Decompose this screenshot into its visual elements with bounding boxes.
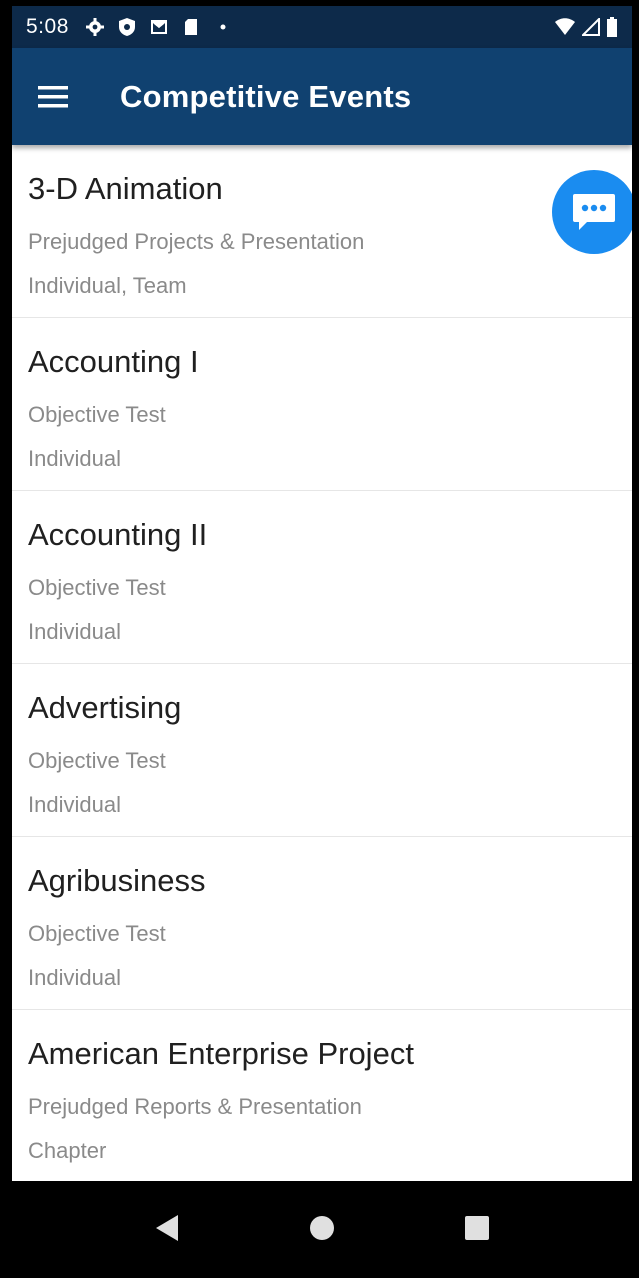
- event-title: Agribusiness: [28, 863, 206, 898]
- event-list[interactable]: 3-D Animation Prejudged Projects & Prese…: [12, 145, 632, 1181]
- event-type: Objective Test: [28, 748, 166, 773]
- home-button[interactable]: [292, 1198, 352, 1258]
- app-bar: Competitive Events: [12, 48, 632, 145]
- signal-icon: [582, 18, 600, 36]
- event-item-3d-animation[interactable]: 3-D Animation Prejudged Projects & Prese…: [12, 145, 632, 318]
- shield-icon: [118, 18, 135, 36]
- event-participants: Individual: [28, 965, 121, 990]
- event-title: 3-D Animation: [28, 171, 223, 206]
- status-bar: 5:08: [12, 6, 632, 48]
- sd-card-icon: [184, 19, 197, 35]
- recents-button[interactable]: [447, 1198, 507, 1258]
- recents-icon: [464, 1215, 489, 1240]
- wifi-icon: [555, 18, 575, 35]
- event-type: Objective Test: [28, 921, 166, 946]
- event-participants: Chapter: [28, 1138, 107, 1163]
- mail-icon: [150, 20, 167, 34]
- gear-icon: [85, 18, 104, 36]
- event-participants: Individual: [28, 446, 121, 471]
- event-type: Prejudged Projects & Presentation: [28, 229, 365, 254]
- event-type: Prejudged Reports & Presentation: [28, 1094, 362, 1119]
- page-title: Competitive Events: [120, 78, 412, 114]
- battery-icon: [607, 17, 617, 37]
- back-button[interactable]: [137, 1198, 197, 1258]
- home-icon: [309, 1215, 334, 1240]
- menu-button[interactable]: [12, 48, 120, 145]
- event-title: Accounting I: [28, 344, 199, 379]
- status-time: 5:08: [26, 15, 69, 38]
- event-participants: Individual: [28, 619, 121, 644]
- event-title: Accounting II: [28, 517, 208, 552]
- hamburger-menu-icon: [38, 85, 68, 107]
- event-item-accounting-ii[interactable]: Accounting II Objective Test Individual: [12, 491, 632, 664]
- event-participants: Individual: [28, 792, 121, 817]
- status-left: 5:08: [26, 15, 233, 39]
- screen: 5:08 Competitive Events 3-D Animation Pr…: [0, 0, 639, 1278]
- chat-button[interactable]: [552, 170, 632, 254]
- event-type: Objective Test: [28, 402, 166, 427]
- chat-bubble-icon: [573, 194, 615, 230]
- event-item-agribusiness[interactable]: Agribusiness Objective Test Individual: [12, 837, 632, 1010]
- event-title: American Enterprise Project: [28, 1036, 414, 1071]
- event-participants: Individual, Team: [28, 273, 187, 298]
- event-title: Advertising: [28, 690, 182, 725]
- phone-screen: 5:08 Competitive Events 3-D Animation Pr…: [12, 6, 632, 1274]
- event-item-accounting-i[interactable]: Accounting I Objective Test Individual: [12, 318, 632, 491]
- system-nav-bar: [12, 1181, 632, 1274]
- back-icon: [156, 1214, 179, 1241]
- status-right: [554, 17, 618, 37]
- event-item-american-enterprise-project[interactable]: American Enterprise Project Prejudged Re…: [12, 1010, 632, 1181]
- event-type: Objective Test: [28, 575, 166, 600]
- dot-icon: [220, 24, 226, 30]
- event-item-advertising[interactable]: Advertising Objective Test Individual: [12, 664, 632, 837]
